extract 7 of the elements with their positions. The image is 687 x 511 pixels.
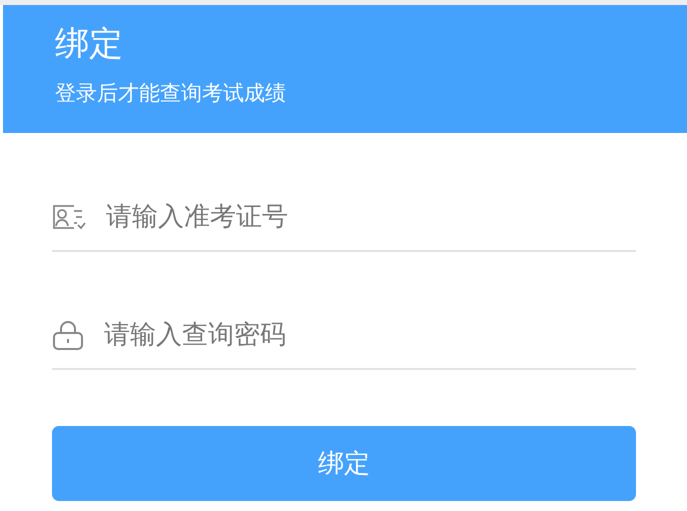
page-title: 绑定 bbox=[55, 23, 123, 66]
page-subtitle: 登录后才能查询考试成绩 bbox=[55, 80, 286, 107]
password-field[interactable]: 请输入查询密码 bbox=[104, 312, 636, 356]
lock-icon bbox=[52, 318, 84, 350]
bind-button[interactable]: 绑定 bbox=[52, 426, 636, 501]
id-number-field[interactable]: 请输入准考证号 bbox=[106, 194, 636, 238]
id-card-icon bbox=[52, 204, 86, 230]
